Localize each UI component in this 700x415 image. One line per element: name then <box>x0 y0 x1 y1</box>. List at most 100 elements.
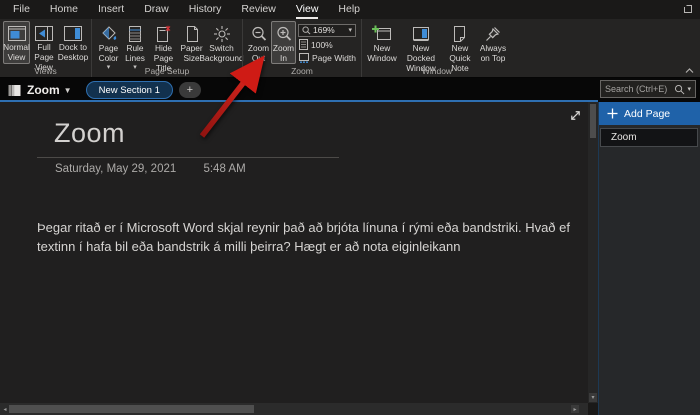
zoom-in-label: Zoom In <box>273 44 294 64</box>
horizontal-scrollbar-thumb[interactable] <box>9 405 254 413</box>
menu-help-label: Help <box>338 3 360 15</box>
new-window-label: New Window <box>367 44 397 64</box>
add-page-plus-icon <box>607 108 618 119</box>
zoom-out-button[interactable]: Zoom Out <box>246 21 271 64</box>
menu-view-label: View <box>296 3 319 19</box>
add-section-icon: + <box>187 84 193 96</box>
menu-view[interactable]: View <box>286 1 329 18</box>
ribbon-group-page-setup: Page Color▾ Rule Lines▾ Hide Page Title … <box>91 19 242 77</box>
page-setup-group-label: Page Setup <box>92 66 242 76</box>
page-list-item-label: Zoom <box>611 132 637 143</box>
menu-review[interactable]: Review <box>231 1 285 18</box>
vertical-scrollbar[interactable]: ▾ <box>588 102 598 403</box>
vertical-scrollbar-thumb[interactable] <box>590 104 596 138</box>
page-width-button[interactable]: Page Width <box>298 52 356 64</box>
collapse-ribbon-button[interactable] <box>685 68 694 74</box>
menu-help[interactable]: Help <box>328 1 370 18</box>
zoom-out-icon <box>250 25 268 43</box>
full-page-view-toggle-icon[interactable] <box>567 107 583 123</box>
page-pane: Add Page Zoom <box>598 102 700 415</box>
switch-background-label: Switch Background <box>199 44 243 64</box>
menu-home-label: Home <box>50 3 78 15</box>
section-tab-label: New Section 1 <box>99 85 160 96</box>
page-canvas[interactable]: Zoom Saturday, May 29, 2021 5:48 AM Þega… <box>0 102 588 403</box>
zoom-in-button[interactable]: Zoom In <box>271 21 296 64</box>
search-icon[interactable] <box>674 84 685 95</box>
ribbon-display-options-icon[interactable] <box>683 4 693 14</box>
menu-draw-label: Draw <box>144 3 169 15</box>
zoom-controls-column: 169% ▾ 100% Page Width <box>296 21 358 64</box>
rule-lines-button[interactable]: Rule Lines▾ <box>122 21 148 64</box>
ribbon-group-window: New Window New Docked Window New Quick N… <box>361 19 512 77</box>
zoom-100-button[interactable]: 100% <box>298 39 356 51</box>
zoom-level-magnifier-icon <box>302 26 311 35</box>
dock-to-desktop-icon <box>63 25 83 42</box>
dock-to-desktop-label: Dock to Desktop <box>58 43 88 63</box>
menu-file-label: File <box>13 3 30 15</box>
zoom-100-label: 100% <box>311 40 333 50</box>
horizontal-scrollbar[interactable]: ◂ ▸ <box>0 403 588 415</box>
views-group-label: Views <box>0 66 91 76</box>
scroll-down-button[interactable]: ▾ <box>589 393 597 402</box>
notebook-dropdown-caret[interactable]: ▼ <box>64 86 72 95</box>
page-list-item-zoom[interactable]: Zoom <box>600 128 698 147</box>
add-section-button[interactable]: + <box>179 82 201 98</box>
dock-to-desktop-button[interactable]: Dock to Desktop <box>58 21 88 64</box>
scroll-left-button[interactable]: ◂ <box>1 405 9 413</box>
page-color-button[interactable]: Page Color▾ <box>95 21 122 64</box>
zoom-in-icon <box>275 25 293 43</box>
normal-view-icon <box>7 25 27 42</box>
page-list: Zoom <box>599 125 700 147</box>
ribbon-group-zoom: Zoom Out Zoom In 169% ▾ <box>242 19 361 77</box>
new-window-button[interactable]: New Window <box>365 21 399 64</box>
hide-page-title-button[interactable]: Hide Page Title <box>148 21 179 64</box>
menu-insert-label: Insert <box>98 3 124 15</box>
new-docked-window-button[interactable]: New Docked Window <box>399 21 443 64</box>
menu-review-label: Review <box>241 3 275 15</box>
ribbon-group-views: Normal View Full Page View Dock to Deskt… <box>0 19 91 77</box>
new-quick-note-button[interactable]: New Quick Note <box>443 21 477 64</box>
always-on-top-button[interactable]: Always on Top <box>477 21 509 64</box>
scroll-right-button[interactable]: ▸ <box>571 405 579 413</box>
menu-file[interactable]: File <box>3 1 40 18</box>
page-date[interactable]: Saturday, May 29, 2021 <box>55 163 176 175</box>
note-body-text[interactable]: Þegar ritað er í Microsoft Word skjal re… <box>37 218 594 256</box>
menu-history[interactable]: History <box>179 1 232 18</box>
add-page-button[interactable]: Add Page <box>599 102 700 125</box>
onenote-window: File Home Insert Draw History Review Vie… <box>0 0 700 415</box>
page-time[interactable]: 5:48 AM <box>203 163 245 175</box>
notebook-icon <box>8 84 21 97</box>
switch-background-button[interactable]: Switch Background <box>204 21 239 64</box>
menu-bar: File Home Insert Draw History Review Vie… <box>0 0 700 19</box>
new-docked-window-icon <box>411 25 431 43</box>
page-date-row: Saturday, May 29, 2021 5:48 AM <box>55 163 246 175</box>
page-width-icon <box>299 53 309 63</box>
normal-view-button[interactable]: Normal View <box>3 21 30 64</box>
rule-lines-icon <box>127 25 143 43</box>
zoom-level-dropdown-caret: ▾ <box>348 26 352 34</box>
section-tab-strip: Zoom ▼ New Section 1 + ▾ <box>0 78 700 102</box>
page-color-icon <box>100 25 118 43</box>
new-window-icon <box>372 25 392 43</box>
page-title[interactable]: Zoom <box>54 118 125 149</box>
search-input[interactable] <box>605 84 674 94</box>
notebook-dropdown[interactable]: Zoom <box>27 83 60 97</box>
full-page-view-button[interactable]: Full Page View <box>30 21 58 64</box>
zoom-100-icon <box>299 39 308 50</box>
zoom-level-value: 169% <box>313 25 346 35</box>
rule-lines-label: Rule Lines <box>124 44 146 64</box>
ribbon: Normal View Full Page View Dock to Deskt… <box>0 19 700 78</box>
menu-insert[interactable]: Insert <box>88 1 134 18</box>
page-width-label: Page Width <box>312 53 356 63</box>
window-group-label: Window <box>362 66 512 76</box>
menu-draw[interactable]: Draw <box>134 1 179 18</box>
zoom-level-combobox[interactable]: 169% ▾ <box>298 24 356 37</box>
menu-home[interactable]: Home <box>40 1 88 18</box>
zoom-group-label: Zoom <box>243 66 361 76</box>
title-underline <box>37 157 339 158</box>
paper-size-icon <box>184 25 200 43</box>
always-on-top-icon <box>484 25 502 43</box>
section-tab-new-section-1[interactable]: New Section 1 <box>86 81 173 99</box>
search-scope-caret[interactable]: ▾ <box>687 85 691 93</box>
search-box: ▾ <box>600 80 696 98</box>
